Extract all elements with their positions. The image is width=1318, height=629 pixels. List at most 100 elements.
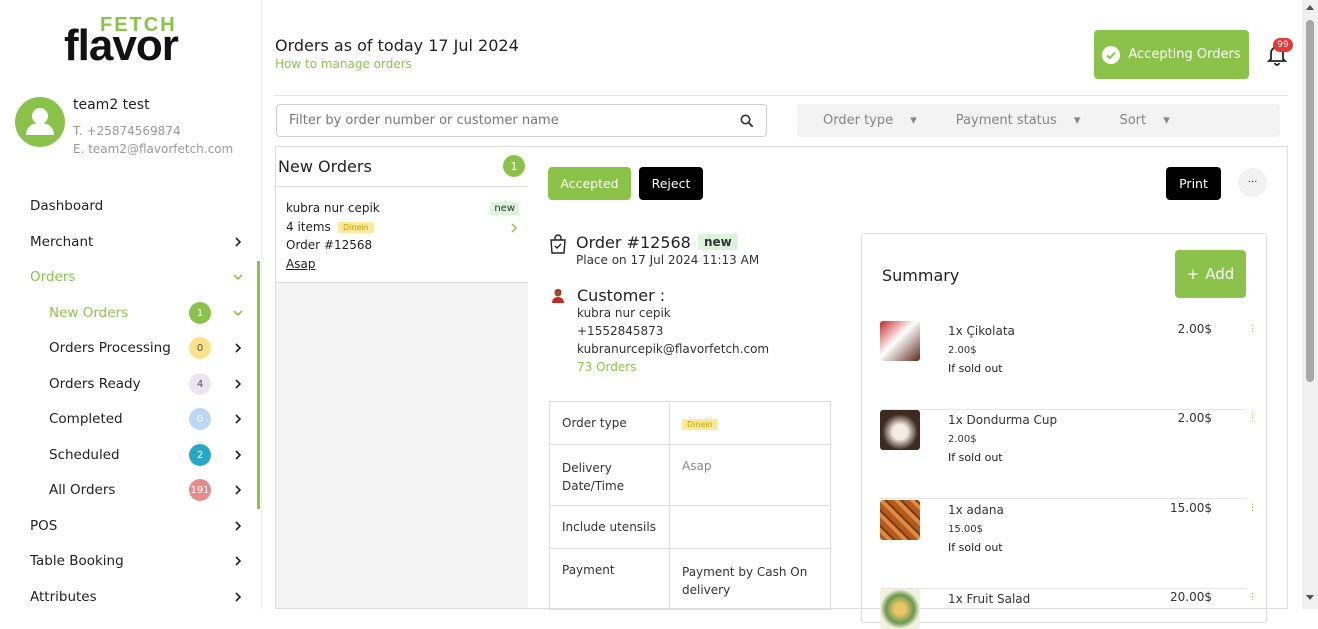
sidebar-item-label: Attributes <box>30 589 97 605</box>
customer-icon <box>552 289 564 303</box>
chevron-right-icon <box>235 592 242 602</box>
header-divider <box>275 95 1288 96</box>
sidebar-item-dashboard[interactable]: Dashboard <box>0 188 262 224</box>
plus-icon: + <box>1186 265 1200 283</box>
new-orders-count: 1 <box>503 155 525 177</box>
more-options-button[interactable]: ··· <box>1238 168 1267 197</box>
order-info-table: Order type Dinein Delivery Date/Time Asa… <box>549 401 831 610</box>
add-label: Add <box>1205 265 1235 283</box>
print-button[interactable]: Print <box>1166 167 1221 200</box>
chevron-down-icon <box>233 310 243 317</box>
info-value: Payment by Cash On delivery <box>669 548 831 610</box>
filter-bar: Order type ▾ Payment status ▾ Sort ▾ <box>797 104 1280 137</box>
sidebar-item-label: Merchant <box>30 234 94 250</box>
order-number: Order #12568 <box>286 238 373 252</box>
sidebar-item-label: New Orders <box>49 305 129 321</box>
order-type-badge: Dinein <box>682 419 718 430</box>
sidebar-item-merchant[interactable]: Merchant <box>0 224 262 260</box>
chevron-right-icon <box>235 450 242 460</box>
list-item: 1x Fruit Salad 20.00$ · · · <box>880 589 1254 629</box>
info-label: Include utensils <box>549 505 670 549</box>
item-name: 1x adana <box>948 503 1004 517</box>
chevron-right-icon <box>235 414 242 424</box>
reject-button[interactable]: Reject <box>639 167 703 200</box>
notification-count-badge: 99 <box>1273 38 1293 52</box>
order-timing: Asap <box>286 257 316 271</box>
accepted-button[interactable]: Accepted <box>548 167 631 200</box>
sidebar-item-label: Completed <box>49 411 123 427</box>
sidebar-item-scheduled[interactable]: Scheduled 2 <box>0 437 262 473</box>
avatar <box>15 97 65 147</box>
count-badge: 0 <box>189 408 211 430</box>
search-icon[interactable] <box>740 114 754 128</box>
info-label: Delivery Date/Time <box>549 444 670 506</box>
scroll-down-icon[interactable] <box>1306 595 1314 601</box>
status-badge: new <box>698 234 738 250</box>
new-orders-title: New Orders <box>278 157 372 176</box>
item-price: 2.00$ <box>1177 411 1212 425</box>
sidebar-item-label: POS <box>30 518 58 534</box>
list-item: 1x adana 15.00$ If sold out 15.00$ · · · <box>880 500 1254 589</box>
kebab-menu-icon[interactable]: · · · <box>1251 590 1254 606</box>
list-item: 1x Dondurma Cup 2.00$ If sold out 2.00$ … <box>880 410 1254 499</box>
sidebar-item-orders[interactable]: Orders <box>0 259 262 295</box>
accepting-orders-label: Accepting Orders <box>1128 47 1241 62</box>
search-input[interactable]: Filter by order number or customer name <box>276 104 767 137</box>
item-thumbnail <box>880 321 920 361</box>
sidebar-item-label: Orders Processing <box>49 340 171 356</box>
count-badge: 1 <box>189 302 211 324</box>
scrollbar-thumb[interactable] <box>1306 20 1314 382</box>
check-circle-icon <box>1102 45 1121 64</box>
item-name: 1x Dondurma Cup <box>948 413 1058 427</box>
accepting-orders-button[interactable]: Accepting Orders <box>1094 30 1249 79</box>
sort-label: Sort <box>1119 113 1147 128</box>
count-badge: 191 <box>189 479 211 501</box>
sidebar-item-completed[interactable]: Completed 0 <box>0 401 262 437</box>
sidebar-item-all-orders[interactable]: All Orders 191 <box>0 472 262 508</box>
info-label: Payment <box>549 548 670 610</box>
payment-status-dropdown[interactable]: Payment status ▾ <box>943 113 1081 128</box>
sidebar-item-pos[interactable]: POS <box>0 508 262 544</box>
how-to-manage-link[interactable]: How to manage orders <box>275 57 412 71</box>
sidebar-item-label: All Orders <box>49 482 116 498</box>
order-card[interactable]: kubra nur cepik new 4 items Dinein Order… <box>276 187 528 283</box>
kebab-menu-icon[interactable]: · · · <box>1251 322 1254 338</box>
sidebar-item-label: Orders <box>30 269 76 285</box>
kebab-menu-icon[interactable]: · · · <box>1251 501 1254 517</box>
page-scrollbar[interactable] <box>1302 0 1318 609</box>
sidebar-item-table-booking[interactable]: Table Booking <box>0 543 262 579</box>
item-thumbnail <box>880 410 920 450</box>
add-item-button[interactable]: + Add <box>1175 250 1246 298</box>
sidebar-item-orders-ready[interactable]: Orders Ready 4 <box>0 366 262 402</box>
list-item: 1x Çikolata 2.00$ If sold out 2.00$ · · · <box>880 321 1254 410</box>
sidebar-item-label: Scheduled <box>49 447 120 463</box>
sidebar-item-new-orders[interactable]: New Orders 1 <box>0 295 262 331</box>
order-customer-name: kubra nur cepik <box>286 201 380 215</box>
logo-flavor-text: flavor <box>64 21 179 70</box>
table-row: Order type Dinein <box>549 401 831 445</box>
kebab-menu-icon[interactable]: · · · <box>1251 411 1254 427</box>
summary-title: Summary <box>882 266 960 285</box>
scroll-up-icon[interactable] <box>1306 4 1314 10</box>
user-email: E. team2@flavorfetch.com <box>73 142 234 156</box>
order-title: Order #12568 <box>576 233 691 252</box>
info-label: Order type <box>549 401 670 445</box>
order-detail-panel: Accepted Reject Print ··· Order #12568 n… <box>528 146 1288 629</box>
item-thumbnail <box>880 589 920 629</box>
payment-status-label: Payment status <box>955 113 1057 128</box>
main-content: Orders as of today 17 Jul 2024 How to ma… <box>262 0 1302 629</box>
sidebar-item-attributes[interactable]: Attributes <box>0 579 262 615</box>
order-type-dropdown[interactable]: Order type ▾ <box>810 113 917 128</box>
count-badge: 4 <box>189 373 211 395</box>
customer-orders-link[interactable]: 73 Orders <box>577 360 636 374</box>
order-placed-time: Place on 17 Jul 2024 11:13 AM <box>576 253 760 267</box>
chevron-right-icon <box>511 223 518 233</box>
user-name: team2 test <box>73 97 150 113</box>
new-orders-header: New Orders 1 <box>276 147 528 187</box>
customer-email: kubranurcepik@flavorfetch.com <box>577 342 770 356</box>
sort-dropdown[interactable]: Sort ▾ <box>1106 113 1169 128</box>
brand-logo[interactable]: FETCH flavor <box>62 14 194 68</box>
item-price: 20.00$ <box>1170 590 1212 604</box>
sidebar-item-orders-processing[interactable]: Orders Processing 0 <box>0 330 262 366</box>
order-summary-panel: Summary + Add 1x Çikolata 2.00$ If sold … <box>861 233 1267 629</box>
